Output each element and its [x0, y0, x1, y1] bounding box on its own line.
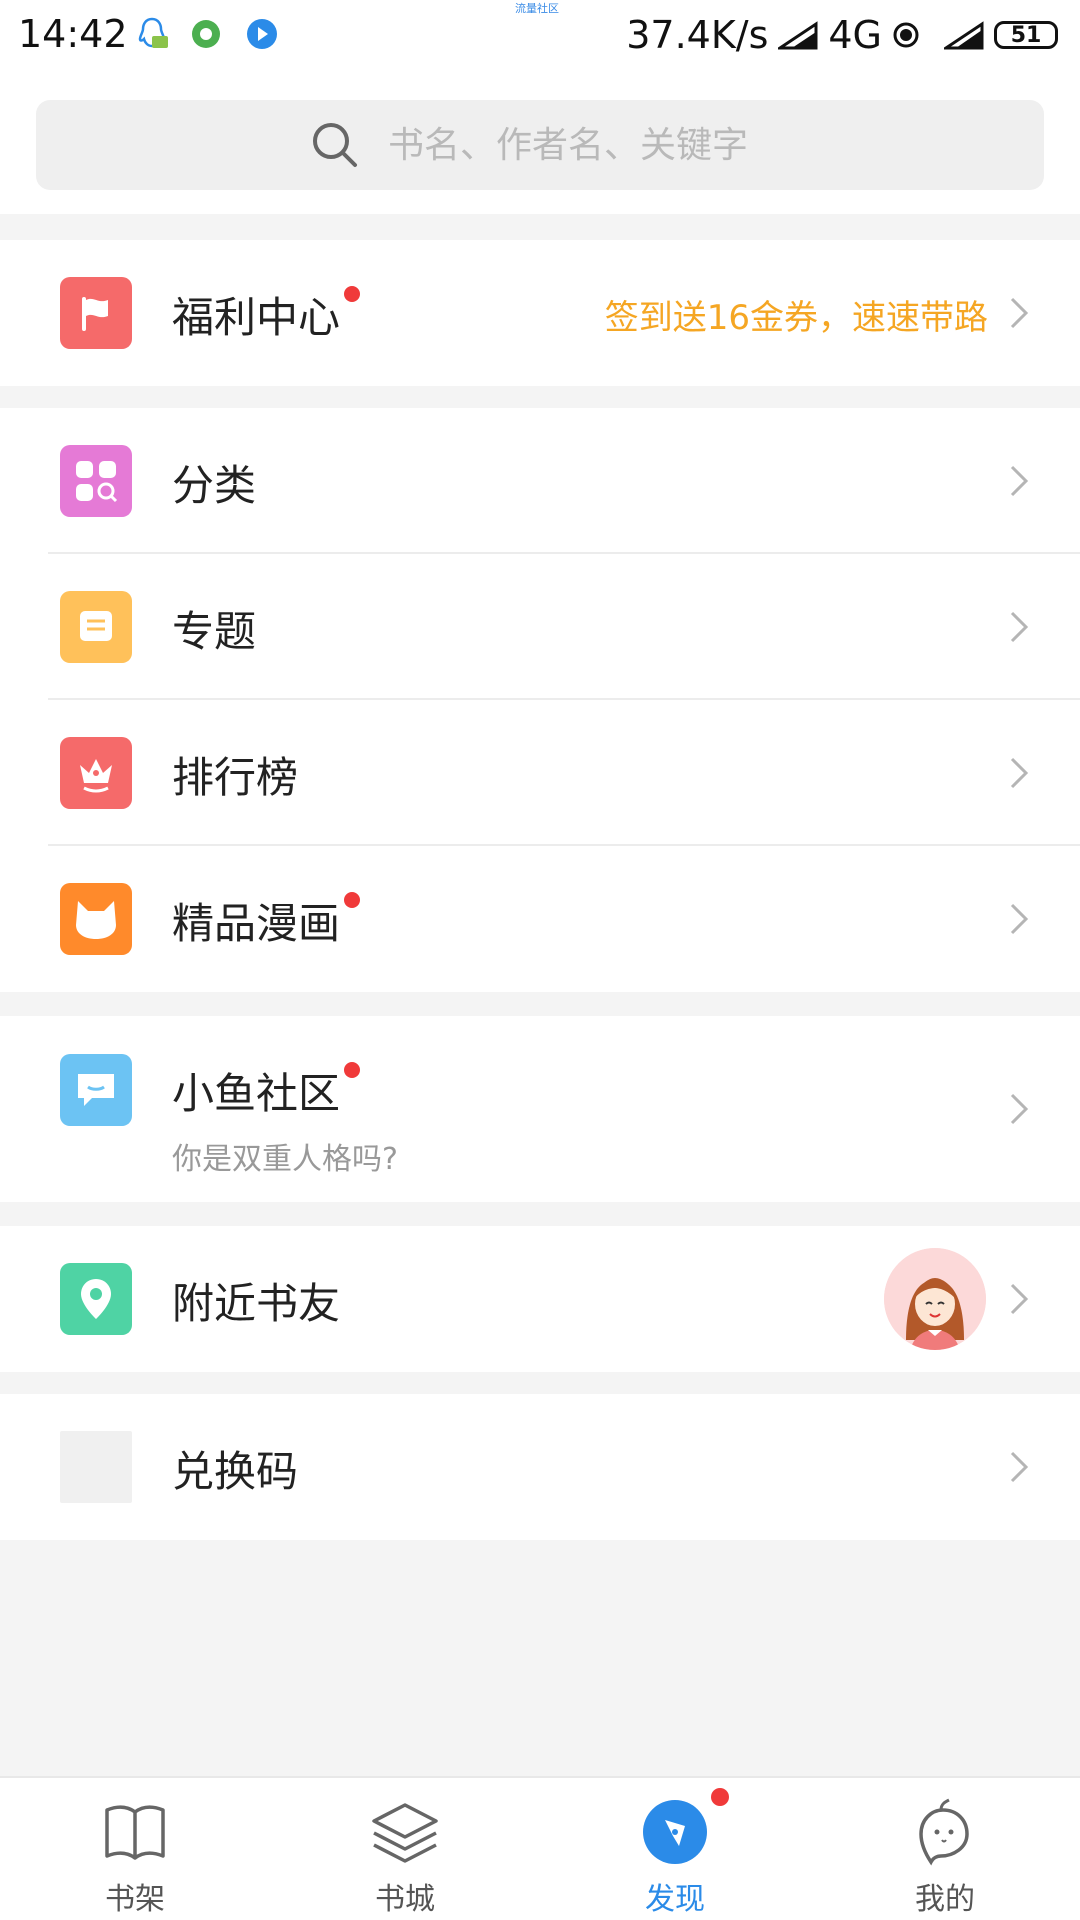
welfare-title: 福利中心 — [172, 284, 361, 345]
chevron-right-icon — [1010, 465, 1029, 497]
chevron-right-icon — [1010, 1283, 1029, 1315]
battery-level: 51 — [1010, 22, 1042, 48]
tab-label: 我的 — [915, 1882, 975, 1917]
app-notification-icon — [192, 20, 220, 48]
welfare-group: 福利中心 签到送16金券，速速带路 — [0, 240, 1080, 386]
category-title: 分类 — [172, 461, 257, 510]
community-title: 小鱼社区 — [172, 1060, 361, 1121]
new-badge — [344, 892, 361, 908]
signal-2-icon — [944, 21, 984, 50]
book-icon — [99, 1796, 171, 1868]
crown-icon — [60, 737, 132, 809]
play-notification-icon — [247, 19, 277, 49]
chevron-right-icon — [1010, 611, 1029, 643]
search-icon — [313, 123, 357, 167]
nearby-title: 附近书友 — [172, 1279, 341, 1328]
tab-discover[interactable]: 发现 — [540, 1778, 810, 1920]
redeem-icon-placeholder — [60, 1431, 132, 1503]
tab-label: 发现 — [645, 1882, 705, 1917]
community-row[interactable]: 小鱼社区 你是双重人格吗? — [0, 1016, 1080, 1202]
layers-icon — [369, 1796, 441, 1868]
new-badge — [344, 1062, 361, 1078]
chevron-right-icon — [1010, 1093, 1029, 1125]
status-time: 14:42 — [18, 12, 128, 56]
net-speed: 37.4K/s — [626, 13, 769, 57]
topic-icon — [60, 591, 132, 663]
status-bar: 14:42 流量社区 37.4K/s 4G 51 — [0, 0, 1080, 76]
signal-icon — [778, 21, 818, 50]
search-input[interactable] — [386, 123, 770, 167]
new-badge — [344, 286, 361, 302]
chevron-right-icon — [1010, 1451, 1029, 1483]
avatar — [884, 1248, 986, 1350]
hotspot-icon — [893, 22, 919, 48]
topic-title: 专题 — [172, 607, 257, 656]
new-badge — [711, 1788, 729, 1806]
tab-bookshelf[interactable]: 书架 — [0, 1778, 270, 1920]
welfare-hint: 签到送16金券，速速带路 — [604, 298, 988, 338]
ranking-title: 排行榜 — [172, 753, 299, 802]
comics-title: 精品漫画 — [172, 890, 361, 951]
status-tiny-text: 流量社区 — [515, 2, 559, 15]
nearby-group: 附近书友 — [0, 1226, 1080, 1372]
status-right: 37.4K/s 4G 51 — [626, 12, 1058, 58]
tab-label: 书架 — [105, 1882, 165, 1917]
ranking-row[interactable]: 排行榜 — [0, 700, 1080, 846]
qq-notification-icon — [138, 17, 168, 48]
redeem-code-row[interactable]: 兑换码 — [0, 1394, 1080, 1540]
tab-bookstore[interactable]: 书城 — [270, 1778, 540, 1920]
compass-icon — [639, 1788, 729, 1868]
bottom-tab-bar: 书架 书城 发现 我的 — [0, 1776, 1080, 1920]
category-icon — [60, 445, 132, 517]
tab-mine[interactable]: 我的 — [810, 1778, 1080, 1920]
search-bar — [0, 76, 1080, 214]
redeem-title: 兑换码 — [172, 1447, 299, 1496]
chevron-right-icon — [1010, 297, 1029, 329]
community-subtitle: 你是双重人格吗? — [172, 1142, 398, 1177]
chevron-right-icon — [1010, 903, 1029, 935]
battery-icon: 51 — [994, 21, 1058, 49]
flag-icon — [60, 277, 132, 349]
cat-icon — [60, 883, 132, 955]
location-icon — [60, 1263, 132, 1335]
mascot-icon — [909, 1796, 981, 1868]
community-group: 小鱼社区 你是双重人格吗? — [0, 1016, 1080, 1202]
nearby-readers-row[interactable]: 附近书友 — [0, 1226, 1080, 1372]
tab-label: 书城 — [375, 1882, 435, 1917]
network-type: 4G — [828, 13, 882, 57]
topic-row[interactable]: 专题 — [0, 554, 1080, 700]
category-row[interactable]: 分类 — [0, 408, 1080, 554]
search-box[interactable] — [36, 100, 1044, 190]
menu-group: 分类 专题 排行榜 精品漫画 — [0, 408, 1080, 992]
chevron-right-icon — [1010, 757, 1029, 789]
welfare-center-row[interactable]: 福利中心 签到送16金券，速速带路 — [0, 240, 1080, 386]
redeem-group: 兑换码 — [0, 1394, 1080, 1540]
chat-icon — [60, 1054, 132, 1126]
comics-row[interactable]: 精品漫画 — [0, 846, 1080, 992]
